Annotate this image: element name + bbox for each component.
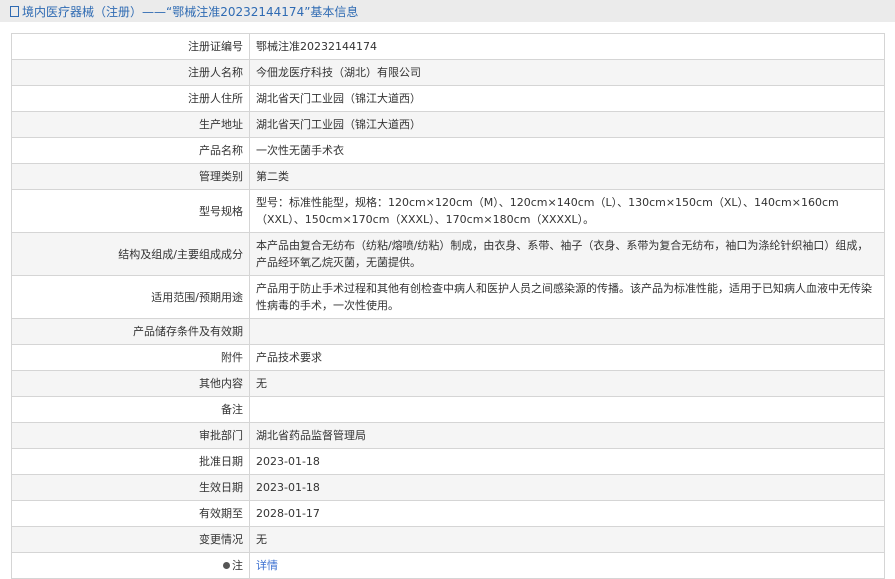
row-value	[249, 318, 885, 345]
info-table: 注册证编号 鄂械注准20232144174 注册人名称 今佃龙医疗科技（湖北）有限公司…	[11, 33, 885, 579]
row-value: 一次性无菌手术衣	[249, 137, 885, 164]
table-row: 其他内容无	[11, 370, 885, 397]
table-row: 附件 产品技术要求	[11, 344, 885, 371]
table-row: 结构及组成/主要组成成分 本产品由复合无纺布（纺粘/熔喷/纺粘）制成，由衣身、系带…	[11, 232, 885, 276]
table-row: 变更情况无	[11, 526, 885, 553]
row-label: 型号规格	[11, 189, 250, 233]
row-value	[249, 396, 885, 423]
row-label: 变更情况	[11, 526, 250, 553]
table-row: 管理类别 第二类	[11, 163, 885, 190]
row-value: 湖北省天门工业园（锦江大道西）	[249, 111, 885, 138]
note-label: 注	[232, 559, 243, 572]
table-row: 产品名称 一次性无菌手术衣	[11, 137, 885, 164]
row-value: 鄂械注准20232144174	[249, 33, 885, 60]
row-value: 2023-01-18	[249, 448, 885, 475]
row-value: 无	[249, 526, 885, 553]
table-row: 生效日期 2023-01-18	[11, 474, 885, 501]
row-value: 详情	[249, 552, 885, 579]
table-row: 生产地址 湖北省天门工业园（锦江大道西）	[11, 111, 885, 138]
row-label: 产品储存条件及有效期	[11, 318, 250, 345]
row-label: 备注	[11, 396, 250, 423]
table-row: 注册证编号 鄂械注准20232144174	[11, 33, 885, 60]
page-title: 境内医疗器械（注册）——“鄂械注准20232144174”基本信息	[22, 4, 359, 19]
row-label: 产品名称	[11, 137, 250, 164]
table-row: 产品储存条件及有效期	[11, 318, 885, 345]
row-value: 第二类	[249, 163, 885, 190]
row-label: 审批部门	[11, 422, 250, 449]
row-label: 有效期至	[11, 500, 250, 527]
row-value: 今佃龙医疗科技（湖北）有限公司	[249, 59, 885, 86]
details-link[interactable]: 详情	[256, 559, 278, 572]
row-value: 湖北省天门工业园（锦江大道西）	[249, 85, 885, 112]
table-row: 审批部门 湖北省药品监督管理局	[11, 422, 885, 449]
table-row: 批准日期 2023-01-18	[11, 448, 885, 475]
row-label: 生效日期	[11, 474, 250, 501]
pin-icon	[223, 562, 230, 569]
page-header: 境内医疗器械（注册）——“鄂械注准20232144174”基本信息	[0, 0, 895, 22]
row-value: 产品用于防止手术过程和其他有创检查中病人和医护人员之间感染源的传播。该产品为标准…	[249, 275, 885, 319]
row-label: 附件	[11, 344, 250, 371]
table-row: 型号规格 型号：标准性能型，规格：120cm×120cm（M）、120cm×140…	[11, 189, 885, 233]
row-value: 无	[249, 370, 885, 397]
row-label: 批准日期	[11, 448, 250, 475]
row-label: 结构及组成/主要组成成分	[11, 232, 250, 276]
row-label: 注册人住所	[11, 85, 250, 112]
row-value: 型号：标准性能型，规格：120cm×120cm（M）、120cm×140cm（L…	[249, 189, 885, 233]
row-label: 其他内容	[11, 370, 250, 397]
table-row: 备注	[11, 396, 885, 423]
row-value: 本产品由复合无纺布（纺粘/熔喷/纺粘）制成，由衣身、系带、袖子（衣身、系带为复合…	[249, 232, 885, 276]
table-row: 注册人住所 湖北省天门工业园（锦江大道西）	[11, 85, 885, 112]
row-value: 湖北省药品监督管理局	[249, 422, 885, 449]
row-value: 产品技术要求	[249, 344, 885, 371]
table-row: 有效期至 2028-01-17	[11, 500, 885, 527]
table-row: 注册人名称 今佃龙医疗科技（湖北）有限公司	[11, 59, 885, 86]
row-label: 生产地址	[11, 111, 250, 138]
row-label: 注册人名称	[11, 59, 250, 86]
table-row: 适用范围/预期用途 产品用于防止手术过程和其他有创检查中病人和医护人员之间感染源的…	[11, 275, 885, 319]
row-label: 适用范围/预期用途	[11, 275, 250, 319]
row-label: 注册证编号	[11, 33, 250, 60]
row-value: 2023-01-18	[249, 474, 885, 501]
row-value: 2028-01-17	[249, 500, 885, 527]
row-label: 注	[11, 552, 250, 579]
table-row: 注详情	[11, 552, 885, 579]
row-label: 管理类别	[11, 163, 250, 190]
document-icon	[10, 5, 19, 17]
